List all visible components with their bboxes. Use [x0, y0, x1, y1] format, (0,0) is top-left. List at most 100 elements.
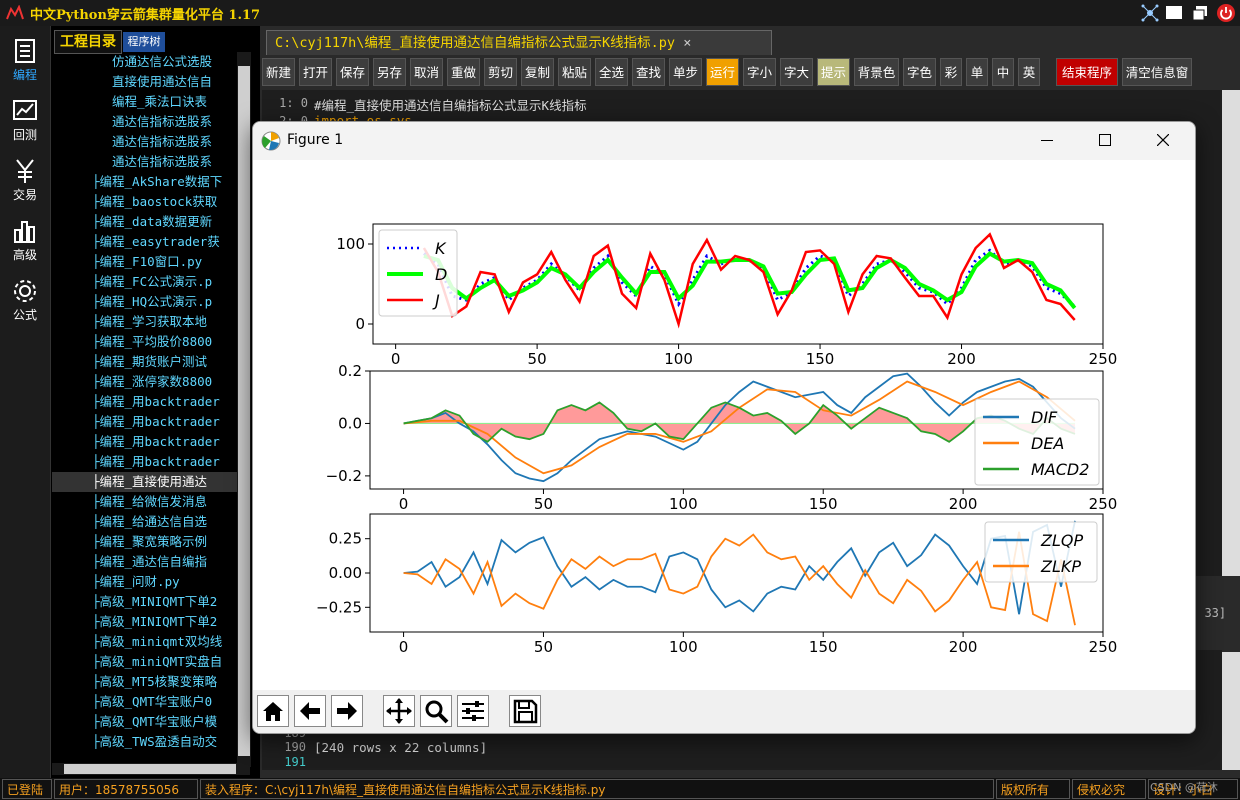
toolbar-button[interactable]: 查找 — [632, 58, 665, 86]
tree-item[interactable]: ├编程_FC公式演示.p — [52, 272, 237, 292]
bar-chart-icon — [14, 221, 35, 243]
tree-item[interactable]: ├高级_MT5核聚变策略 — [52, 672, 237, 692]
power-icon[interactable] — [1216, 3, 1236, 23]
toolbar-button[interactable]: 全选 — [595, 58, 628, 86]
tree-item[interactable]: ├高级_MINIQMT下单2 — [52, 612, 237, 632]
chart-icon — [13, 100, 37, 120]
back-icon[interactable] — [294, 695, 326, 727]
restore-window-icon[interactable] — [1190, 3, 1210, 23]
toolbar-button[interactable]: 运行 — [706, 58, 739, 86]
tree-item[interactable]: ├编程_用backtrader — [52, 412, 237, 432]
network-icon[interactable] — [1140, 3, 1160, 23]
tree-item[interactable]: ├编程_期货账户测试 — [52, 352, 237, 372]
tree-item[interactable]: ├高级_MINIQMT下单2 — [52, 592, 237, 612]
tree-item[interactable]: 直接使用通达信自 — [52, 72, 237, 92]
save-icon[interactable] — [509, 695, 541, 727]
tree-item[interactable]: ├编程_直接使用通达 — [52, 472, 237, 492]
tree-item[interactable]: ├编程_问财.py — [52, 572, 237, 592]
tree-item[interactable]: ├编程_涨停家数8800 — [52, 372, 237, 392]
tree-item[interactable]: ├编程_平均股价8800 — [52, 332, 237, 352]
tree-item[interactable]: ├高级_TWS盈透自动交 — [52, 732, 237, 752]
output-vertical-scrollbar[interactable] — [1222, 652, 1240, 770]
app-title: 中文Python穿云箭集群量化平台 1.17 — [30, 8, 261, 23]
tree-item[interactable]: ├编程_给微信发消息 — [52, 492, 237, 512]
tree-item[interactable]: ├高级_QMT华宝账户模 — [52, 712, 237, 732]
minimize-window-icon[interactable] — [1166, 6, 1182, 19]
tree-item[interactable]: ├编程_学习获取本地 — [52, 312, 237, 332]
tree-item[interactable]: ├高级_QMT华宝账户0 — [52, 692, 237, 712]
toolbar-button[interactable]: 剪切 — [484, 58, 517, 86]
toolbar-button[interactable]: 重做 — [447, 58, 480, 86]
toolbar-button[interactable]: 英 — [1018, 58, 1040, 86]
maximize-icon[interactable] — [1099, 134, 1111, 146]
nav-item-backtest[interactable]: 回测 — [0, 92, 50, 150]
tree-item[interactable]: ├编程_通达信自编指 — [52, 552, 237, 572]
nav-item-advanced[interactable]: 高级 — [0, 212, 50, 270]
pan-icon[interactable] — [383, 695, 415, 727]
toolbar-button[interactable]: 彩 — [940, 58, 962, 86]
toolbar-button[interactable]: 取消 — [410, 58, 443, 86]
tree-item[interactable]: ├编程_用backtrader — [52, 452, 237, 472]
tree-item[interactable]: ├编程_用backtrader — [52, 432, 237, 452]
tree-item[interactable]: ├编程_F10窗口.py — [52, 252, 237, 272]
y-tick-label: −0.25 — [316, 598, 362, 616]
figure-window[interactable]: Figure 1 0 50 100 150 200 250 0 100 K D J 0 50 100 150… — [252, 121, 1196, 734]
tree-item[interactable]: 仿通达信公式选股 — [52, 52, 237, 72]
tree-item[interactable]: 通达信指标选股系 — [52, 132, 237, 152]
code-line: #编程_直接使用通达信自编指标公式显示K线指标 — [314, 98, 587, 113]
toolbar-button[interactable]: 单 — [966, 58, 988, 86]
tree-item[interactable]: ├编程_baostock获取 — [52, 192, 237, 212]
toolbar-button[interactable]: 复制 — [521, 58, 554, 86]
tab-program-tree[interactable]: 程序树 — [123, 32, 165, 52]
tree-item[interactable]: ├编程_AkShare数据下 — [52, 172, 237, 192]
tree-item[interactable]: ├编程_data数据更新 — [52, 212, 237, 232]
legend-label: ZLKP — [1040, 557, 1081, 576]
close-icon[interactable] — [1157, 134, 1169, 146]
tree-item[interactable]: 通达信指标选股系 — [52, 112, 237, 132]
toolbar-button[interactable]: 另存 — [373, 58, 406, 86]
toolbar-button[interactable]: 字小 — [743, 58, 776, 86]
toolbar-button[interactable]: 背景色 — [854, 58, 899, 86]
toolbar-button[interactable]: 字色 — [903, 58, 936, 86]
nav-item-trade[interactable]: 交易 — [0, 152, 50, 210]
configure-icon[interactable] — [457, 695, 489, 727]
tree-item[interactable]: ├编程_用backtrader — [52, 392, 237, 412]
home-icon[interactable] — [257, 695, 289, 727]
close-tab-icon[interactable]: × — [683, 35, 691, 51]
tree-item[interactable]: 编程_乘法口诀表 — [52, 92, 237, 112]
tree-hscroll-thumb[interactable] — [64, 764, 236, 774]
tree-item[interactable]: ├高级_miniqmt双均线 — [52, 632, 237, 652]
tree-item[interactable]: 通达信指标选股系 — [52, 152, 237, 172]
toolbar-button[interactable]: 单步 — [669, 58, 702, 86]
tree-item[interactable]: ├编程_HQ公式演示.p — [52, 292, 237, 312]
x-tick-label: 50 — [534, 638, 553, 656]
y-tick-label: −0.2 — [326, 467, 362, 485]
toolbar-button[interactable]: 新建 — [262, 58, 295, 86]
code-vertical-scrollbar[interactable] — [1222, 90, 1240, 576]
tab-project-directory[interactable]: 工程目录 — [54, 30, 122, 54]
nav-item-formula[interactable]: 公式 — [0, 272, 50, 330]
nav-label: 回测 — [12, 128, 37, 142]
toolbar-button[interactable]: 保存 — [336, 58, 369, 86]
tree-scroll-thumb[interactable] — [238, 66, 250, 756]
x-tick-label: 200 — [949, 638, 978, 656]
tree-item[interactable]: ├编程_easytrader获 — [52, 232, 237, 252]
tree-item[interactable]: ├编程_聚宽策略示例 — [52, 532, 237, 552]
toolbar-button[interactable]: 提示 — [817, 58, 850, 86]
toolbar-button[interactable]: 字大 — [780, 58, 813, 86]
minimize-icon[interactable] — [1041, 140, 1053, 141]
forward-icon[interactable] — [331, 695, 363, 727]
tree-item[interactable]: ├高级_miniQMT实盘自 — [52, 652, 237, 672]
x-tick-label: 150 — [806, 350, 835, 368]
y-tick-label: 0.00 — [329, 564, 362, 582]
toolbar-button[interactable]: 中 — [992, 58, 1014, 86]
toolbar-button[interactable]: 打开 — [299, 58, 332, 86]
zoom-icon[interactable] — [420, 695, 452, 727]
editor-file-tab[interactable]: C:\cyj117h\编程_直接使用通达信自编指标公式显示K线指标.py × — [266, 30, 772, 55]
toolbar-button[interactable]: 结束程序 — [1056, 58, 1118, 86]
toolbar-button[interactable]: 清空信息窗 — [1122, 58, 1192, 86]
nav-item-programming[interactable]: 编程 — [0, 32, 50, 90]
toolbar-button[interactable]: 粘贴 — [558, 58, 591, 86]
tree-item[interactable]: ├编程_给通达信自选 — [52, 512, 237, 532]
figure-canvas[interactable]: 0 50 100 150 200 2500100 KDJ0 50 100 150 200 250−0.… — [253, 160, 1195, 690]
